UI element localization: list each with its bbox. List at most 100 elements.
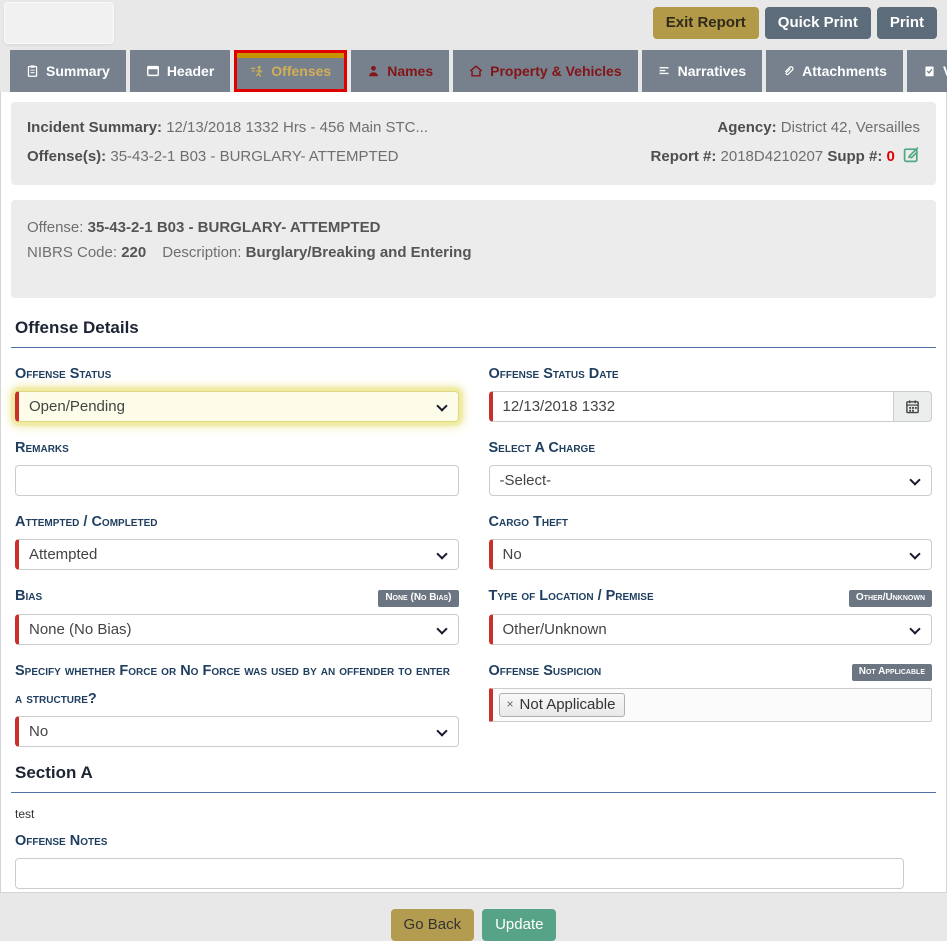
offense-status-date-field: Offense Status Date [489,360,933,422]
tab-label: Summary [46,63,110,79]
nibrs-code-value: 220 [121,244,146,261]
select-a-charge-label: Select A Charge [489,434,596,462]
remove-tag-icon[interactable]: × [507,697,514,711]
tab-bar: Summary Header Offenses Names Property &… [0,50,947,92]
list-lines-icon [658,64,671,78]
incident-summary-value: 12/13/2018 1332 Hrs - 456 Main STC... [166,119,428,136]
supp-number-value: 0 [886,148,894,165]
select-a-charge-value: -Select- [500,472,552,489]
offense-suspicion-multiselect[interactable]: × Not Applicable [489,688,933,722]
report-line: Report #: 2018D4210207 Supp #: 0 [651,142,920,171]
calendar-icon[interactable] [894,391,932,422]
offense-info-line2: NIBRS Code: 220Description: Burglary/Bre… [27,240,920,266]
top-toolbar: Exit Report Quick Print Print [0,0,947,50]
offense-notes-input[interactable] [15,858,904,889]
attempted-completed-select[interactable]: Attempted [15,539,459,570]
bias-badge: None (No Bias) [378,590,458,607]
type-of-location-label: Type of Location / Premise [489,582,654,610]
force-entry-label: Specify whether Force or No Force was us… [15,657,459,714]
offense-suspicion-badge: Not Applicable [852,664,932,681]
tab-names[interactable]: Names [351,50,449,92]
chevron-down-icon [436,623,447,634]
offense-status-label: Offense Status [15,360,111,388]
agency-label: Agency: [717,119,776,136]
offenses-value: 35-43-2-1 B03 - BURGLARY- ATTEMPTED [110,148,398,165]
offense-info-box: Offense: 35-43-2-1 B03 - BURGLARY- ATTEM… [11,200,936,298]
report-number-value: 2018D4210207 [721,148,824,165]
offense-suspicion-label: Offense Suspicion [489,657,602,685]
tab-narratives[interactable]: Narratives [642,50,763,92]
force-entry-value: No [29,723,48,740]
offenses-line: Offense(s): 35-43-2-1 B03 - BURGLARY- AT… [27,142,399,171]
offenses-tab-panel: Incident Summary: 12/13/2018 1332 Hrs - … [0,92,947,893]
tab-header[interactable]: Header [130,50,230,92]
tab-property-vehicles[interactable]: Property & Vehicles [453,50,638,92]
select-a-charge-select[interactable]: -Select- [489,465,933,496]
remarks-field: Remarks [15,434,459,496]
cargo-theft-select[interactable]: No [489,539,933,570]
chevron-down-icon [909,623,920,634]
go-back-button[interactable]: Go Back [391,909,475,941]
tab-label: Validations [943,63,947,79]
chevron-down-icon [436,549,447,560]
print-button[interactable]: Print [877,7,937,39]
nibrs-code-label: NIBRS Code: [27,244,117,261]
offense-details-form: Offense Status Open/Pending Remarks Atte… [11,360,936,760]
section-a-note: test [11,805,936,827]
remarks-input[interactable] [15,465,459,496]
offense-status-field: Offense Status Open/Pending [15,360,459,422]
offense-notes-label: Offense Notes [15,827,107,855]
cargo-theft-label: Cargo Theft [489,508,568,536]
tab-label: Property & Vehicles [490,63,622,79]
clipboard-icon [26,64,39,78]
type-of-location-value: Other/Unknown [503,621,607,638]
section-a-heading: Section A [11,759,936,793]
tab-label: Header [167,63,214,79]
exit-report-button[interactable]: Exit Report [653,7,759,39]
offense-status-date-input[interactable] [489,391,895,422]
offense-status-value: Open/Pending [29,398,125,415]
tab-validations[interactable]: Validations [907,50,947,92]
logo-placeholder [4,2,114,44]
bias-value: None (No Bias) [29,621,132,638]
edit-supp-icon[interactable] [903,146,920,163]
type-of-location-field: Type of Location / Premise Other/Unknown… [489,582,933,644]
tab-label: Narratives [678,63,747,79]
person-icon [367,64,380,78]
tab-attachments[interactable]: Attachments [766,50,903,92]
agency-line: Agency: District 42, Versailles [717,113,920,142]
select-a-charge-field: Select A Charge -Select- [489,434,933,496]
incident-summary-label: Incident Summary: [27,119,162,136]
chevron-down-icon [909,549,920,560]
offense-info-line1: Offense: 35-43-2-1 B03 - BURGLARY- ATTEM… [27,215,920,241]
clipboard-check-icon [923,64,936,78]
offense-suspicion-field: Offense Suspicion Not Applicable × Not A… [489,657,933,722]
chevron-down-icon [436,400,447,411]
quick-print-button[interactable]: Quick Print [765,7,871,39]
type-of-location-badge: Other/Unknown [849,590,932,607]
tab-summary[interactable]: Summary [10,50,126,92]
offense-status-select[interactable]: Open/Pending [15,391,459,422]
bias-select[interactable]: None (No Bias) [15,614,459,645]
offense-suspicion-tag-label: Not Applicable [520,696,616,713]
description-value: Burglary/Breaking and Entering [246,244,472,261]
type-of-location-select[interactable]: Other/Unknown [489,614,933,645]
offense-details-heading: Offense Details [11,314,936,348]
bias-field: Bias None (No Bias) None (No Bias) [15,582,459,644]
tab-label: Names [387,63,433,79]
window-icon [146,64,160,78]
force-entry-select[interactable]: No [15,716,459,747]
offense-status-date-label: Offense Status Date [489,360,619,388]
attempted-completed-field: Attempted / Completed Attempted [15,508,459,570]
bias-label: Bias [15,582,42,610]
update-button[interactable]: Update [482,909,556,941]
offenses-label: Offense(s): [27,148,106,165]
agency-value: District 42, Versailles [781,119,920,136]
attempted-completed-label: Attempted / Completed [15,508,157,536]
offense-suspicion-tag: × Not Applicable [499,693,626,717]
incident-summary-line: Incident Summary: 12/13/2018 1332 Hrs - … [27,113,428,142]
supp-number-label: Supp #: [827,148,882,165]
offense-label: Offense: [27,219,83,236]
force-entry-field: Specify whether Force or No Force was us… [15,657,459,748]
tab-offenses[interactable]: Offenses [234,50,347,92]
